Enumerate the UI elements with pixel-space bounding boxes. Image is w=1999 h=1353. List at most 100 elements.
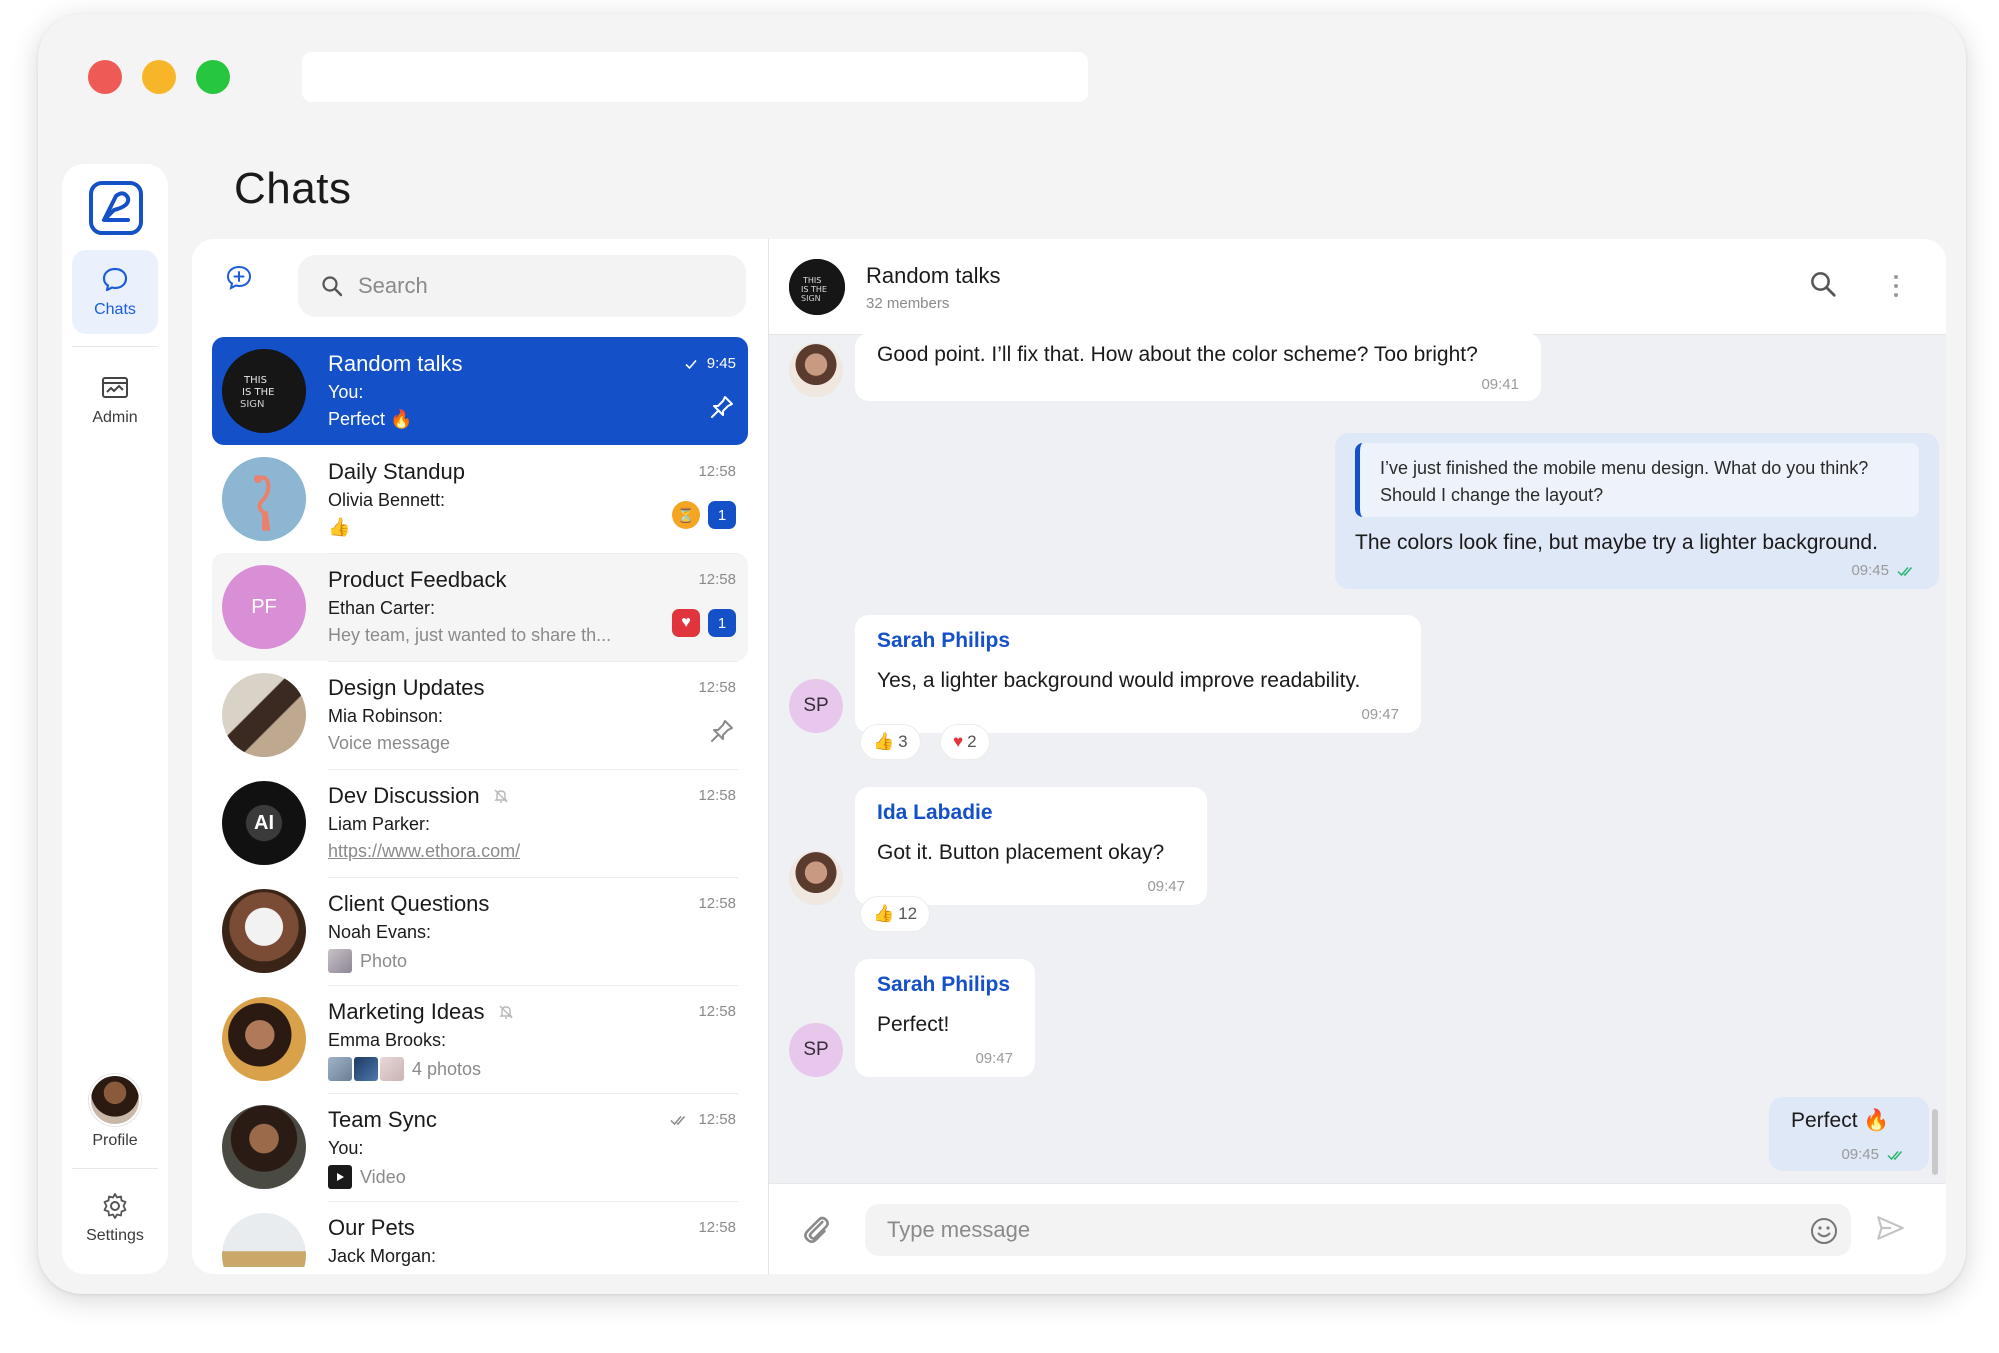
reaction-pill[interactable]: ♥ 2 [941, 725, 989, 759]
admin-icon [102, 377, 128, 398]
pin-icon[interactable] [708, 393, 736, 421]
chat-avatar [222, 457, 306, 541]
muted-bell-icon [498, 1005, 513, 1019]
chat-item-product-feedback[interactable]: PF Product Feedback Ethan Carter: Hey te… [212, 553, 748, 661]
chat-item-client-questions[interactable]: Client Questions Noah Evans: Photo 12:58 [212, 877, 748, 985]
chat-sender: You: [328, 382, 364, 402]
chat-avatar [222, 889, 306, 973]
chat-sender: You: [328, 1138, 364, 1158]
search-icon [1811, 272, 1836, 297]
photo-thumbnail [328, 949, 352, 973]
chat-avatar [222, 1105, 306, 1189]
close-window-button[interactable] [88, 60, 122, 94]
chat-preview-link[interactable]: https://www.ethora.com/ [328, 841, 520, 862]
double-check-icon [1887, 1150, 1903, 1160]
chat-preview: Video [360, 1166, 406, 1187]
heart-icon: ♥ [953, 732, 964, 751]
emoji-button[interactable] [1809, 1216, 1839, 1246]
conversation-avatar[interactable]: THIS IS THE SIGN [789, 259, 845, 315]
chat-name: Team Sync [328, 1107, 437, 1132]
chat-bubble-icon [102, 267, 128, 292]
chat-time: 12:58 [698, 571, 736, 588]
chat-item-team-sync[interactable]: Team Sync You: Video 12:58 [212, 1093, 748, 1201]
rail-label-chats: Chats [94, 301, 136, 318]
title-bar [38, 14, 1966, 144]
more-dot [1894, 284, 1898, 288]
gear-icon [103, 1193, 127, 1219]
chat-name: Client Questions [328, 891, 490, 916]
photo-thumbnail [328, 1057, 352, 1081]
chat-sender: Liam Parker: [328, 814, 431, 834]
chat-list: THIS IS THE SIGN Random talks You: Perfect… [212, 337, 748, 1267]
chat-preview: Perfect 🔥 [328, 409, 413, 429]
conversation-member-count: 32 members [866, 295, 950, 312]
search-box[interactable] [298, 255, 746, 317]
reaction-pill[interactable]: 👍 12 [861, 897, 930, 931]
chat-preview: Photo [360, 950, 408, 971]
conversation-panel: THIS IS THE SIGN Random talks 32 members G… [768, 239, 1946, 1274]
own-message-bubble[interactable]: Perfect 🔥 09:45 [1769, 1097, 1929, 1171]
pin-icon[interactable] [708, 717, 736, 745]
sender-avatar-initials: SP [789, 1023, 843, 1077]
message-time: 09:47 [1147, 878, 1185, 895]
app-window: Chats Admin Profile Settings Chats Searc… [38, 14, 1966, 1294]
paperclip-icon [804, 1216, 829, 1244]
chat-item-random-talks[interactable]: THIS IS THE SIGN Random talks You: Perfect… [212, 337, 748, 445]
attach-button[interactable] [799, 1212, 835, 1248]
page-title: Chats [234, 164, 352, 213]
rail-item-chats[interactable]: Chats [72, 250, 158, 334]
minimize-window-button[interactable] [142, 60, 176, 94]
message-bubble[interactable]: Sarah Philips Perfect! 09:47 [855, 959, 1035, 1077]
maximize-window-button[interactable] [196, 60, 230, 94]
new-chat-button[interactable] [214, 253, 264, 303]
rail-item-profile[interactable]: Profile [72, 1064, 158, 1160]
chat-item-design-updates[interactable]: Design Updates Mia Robinson: Voice messa… [212, 661, 748, 769]
message-author[interactable]: Sarah Philips [877, 959, 1013, 997]
message-author[interactable]: Ida Labadie [877, 787, 1185, 825]
message-bubble[interactable]: Sarah Philips Yes, a lighter background … [855, 615, 1421, 733]
search-input[interactable] [358, 273, 698, 299]
svg-text:IS THE: IS THE [242, 387, 274, 398]
unread-badge: 1 [708, 501, 736, 529]
chat-item-dev-discussion[interactable]: AI Dev Discussion Liam Parker: https://w… [212, 769, 748, 877]
double-check-icon [1897, 566, 1913, 576]
chat-avatar [222, 673, 306, 757]
profile-avatar [89, 1074, 141, 1126]
photo-thumbnail [380, 1057, 404, 1081]
message-bubble[interactable]: Good point. I’ll fix that. How about the… [855, 333, 1541, 401]
reaction-pill[interactable]: 👍 3 [861, 725, 920, 759]
more-dot [1894, 275, 1898, 279]
chat-avatar [222, 997, 306, 1081]
chat-preview: Hey team, just wanted to share th... [328, 625, 612, 645]
chat-time: 12:58 [698, 463, 736, 480]
svg-text:THIS: THIS [802, 276, 821, 285]
chat-sender: Olivia Bennett: [328, 490, 446, 510]
chat-item-marketing-ideas[interactable]: Marketing Ideas Emma Brooks: 4 photos 12… [212, 985, 748, 1093]
more-dot [1894, 293, 1898, 297]
chat-sender: Jack Morgan: [328, 1246, 437, 1266]
search-icon [322, 276, 343, 297]
chat-item-daily-standup[interactable]: Daily Standup Olivia Bennett: 👍 12:58 ⏳ … [212, 445, 748, 553]
address-bar[interactable] [302, 52, 1088, 102]
quoted-message[interactable]: I’ve just finished the mobile menu desig… [1355, 443, 1919, 517]
chat-name: Daily Standup [328, 459, 465, 484]
message-time: 09:45 [1851, 562, 1889, 579]
message-author[interactable]: Sarah Philips [877, 615, 1399, 653]
message-input[interactable] [865, 1204, 1851, 1256]
message-bubble[interactable]: Ida Labadie Got it. Button placement oka… [855, 787, 1207, 905]
own-message-bubble[interactable]: I’ve just finished the mobile menu desig… [1335, 433, 1939, 589]
send-button[interactable] [1874, 1212, 1908, 1246]
conversation-title: Random talks [866, 263, 1001, 288]
reaction-count: 3 [898, 732, 908, 751]
chat-list-panel: THISIS THESIGN Random talks You: Perfect… [192, 239, 768, 1274]
rail-item-admin[interactable]: Admin [72, 358, 158, 442]
conversation-scrollbar[interactable] [1932, 1109, 1938, 1175]
svg-text:SIGN: SIGN [801, 294, 821, 303]
single-check-icon [685, 359, 697, 369]
sender-avatar [789, 343, 843, 397]
chat-item-our-pets[interactable]: Our Pets Jack Morgan: 12:58 [212, 1201, 748, 1267]
rail-label-profile: Profile [92, 1132, 138, 1149]
rail-item-settings[interactable]: Settings [72, 1176, 158, 1260]
conversation-search-button[interactable] [1808, 269, 1842, 303]
more-options-button[interactable] [1886, 269, 1906, 303]
